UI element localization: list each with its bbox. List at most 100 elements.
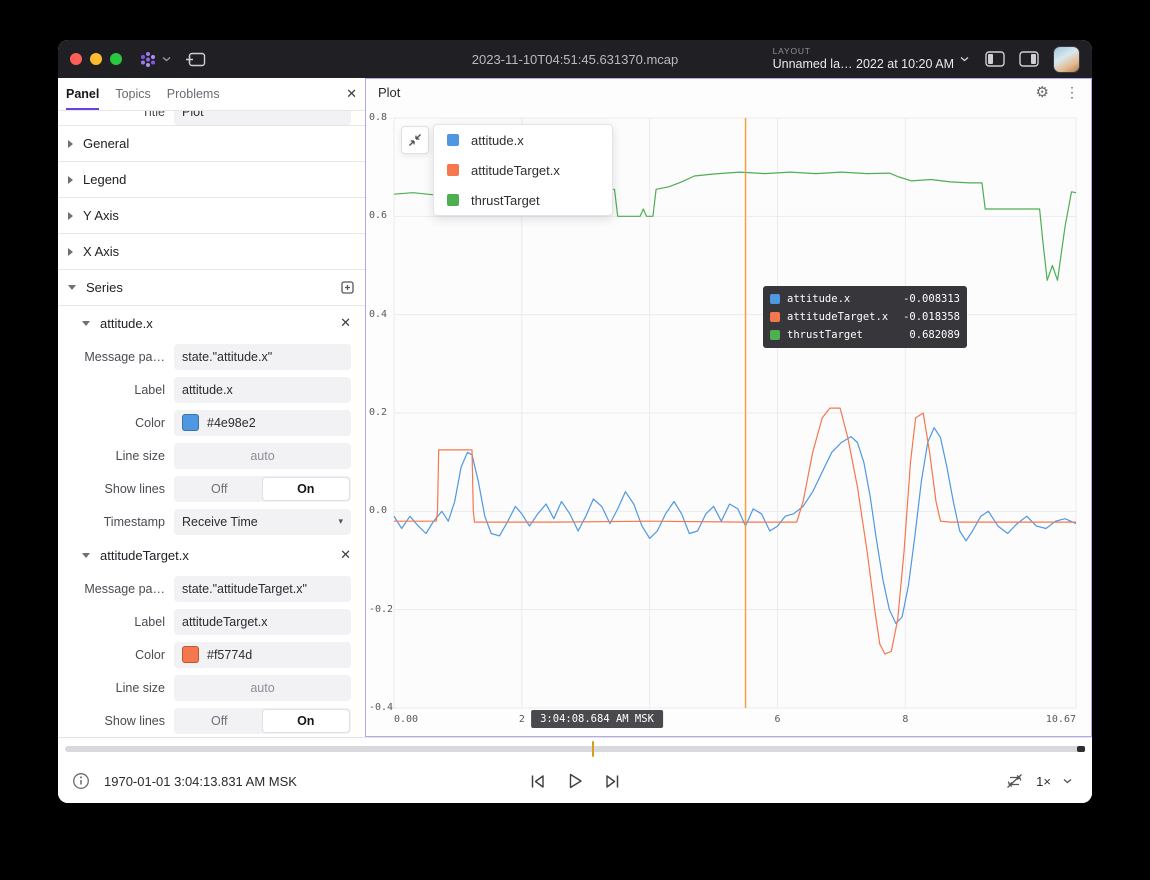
color-label: Color [58,416,174,430]
playback-speed[interactable]: 1× [1036,774,1051,789]
legend-swatch [447,134,459,146]
layout-eyebrow: LAYOUT [773,47,954,57]
add-panel-button[interactable] [185,51,207,68]
app-window: 2023-11-10T04:51:45.631370.mcap LAYOUT U… [58,40,1092,803]
playback-scrubber[interactable] [58,738,1092,760]
app-menu-button[interactable] [138,50,171,68]
title-field-input[interactable]: Plot [174,111,351,125]
x-axis-tick-label: 0.00 [394,714,418,725]
play-button[interactable] [567,772,584,790]
tooltip-series-name: thrustTarget [787,329,902,341]
data-source-title: 2023-11-10T04:51:45.631370.mcap [472,52,678,67]
chevron-down-icon [82,321,90,326]
y-axis-tick-label: 0.6 [369,210,387,221]
section-x-axis[interactable]: X Axis [58,234,365,270]
y-axis-tick-label: -0.2 [369,604,393,615]
chevron-down-icon: ▾ [338,516,343,527]
tab-problems[interactable]: Problems [167,78,220,110]
series-color-swatch[interactable] [182,414,199,431]
legend-item-thrust-target[interactable]: thrustTarget [434,185,612,215]
line-size-input[interactable]: auto [174,443,351,469]
label-row: Label attitude.x [58,373,365,406]
tooltip-series-name: attitudeTarget.x [787,311,896,323]
line-size-label: Line size [58,449,174,463]
minimize-window-button[interactable] [90,53,102,65]
layout-selector[interactable]: LAYOUT Unnamed la… 2022 at 10:20 AM [773,47,969,71]
right-sidebar-toggle-icon[interactable] [1019,51,1039,67]
color-label: Color [58,648,174,662]
close-sidebar-icon[interactable]: ✕ [346,86,357,102]
loop-off-icon[interactable] [1005,772,1024,790]
scrubber-playhead[interactable] [592,741,594,757]
show-lines-toggle: Off On [174,708,351,734]
y-axis-tick-label: 0.4 [369,309,387,320]
scrubber-track[interactable] [65,746,1085,752]
section-y-axis[interactable]: Y Axis [58,198,365,234]
scrubber-end-marker [1077,746,1085,752]
collapse-arrows-icon [408,133,422,147]
y-axis-tick-label: 0.2 [369,407,387,418]
message-path-input[interactable]: state."attitude.x" [174,344,351,370]
x-axis-tick-label: 6 [774,714,780,725]
chevron-right-icon [68,248,73,256]
show-lines-toggle: Off On [174,476,351,502]
tab-topics[interactable]: Topics [115,78,150,110]
color-input[interactable]: #4e98e2 [174,410,351,436]
y-axis-tick-label: -0.4 [369,702,393,713]
panel-settings-gear-icon[interactable]: ⚙ [1036,85,1049,100]
playback-info-icon[interactable] [72,772,90,790]
delete-series-icon[interactable]: ✕ [340,315,351,331]
legend-item-attitude-target-x[interactable]: attitudeTarget.x [434,155,612,185]
seek-forward-button[interactable] [604,773,622,790]
line-size-input[interactable]: auto [174,675,351,701]
section-series[interactable]: Series [58,270,365,306]
x-axis-tick-label: 8 [902,714,908,725]
label-row: Label attitudeTarget.x [58,605,365,638]
line-size-label: Line size [58,681,174,695]
chevron-down-icon [960,56,969,62]
seek-backward-button[interactable] [529,773,547,790]
plot-panel-title: Plot [378,85,400,100]
show-lines-on-button[interactable]: On [263,478,350,500]
show-lines-off-button[interactable]: Off [176,478,263,500]
series-color-swatch[interactable] [182,646,199,663]
layout-name: Unnamed la… 2022 at 10:20 AM [773,57,954,71]
show-lines-off-button[interactable]: Off [176,710,263,732]
message-path-input[interactable]: state."attitudeTarget.x" [174,576,351,602]
series-header-attitude-x[interactable]: attitude.x ✕ [58,306,365,340]
legend-collapse-button[interactable] [401,126,429,154]
show-lines-label: Show lines [58,482,174,496]
tab-panel[interactable]: Panel [66,78,99,110]
label-label: Label [58,615,174,629]
left-sidebar-toggle-icon[interactable] [985,51,1005,67]
zoom-window-button[interactable] [110,53,122,65]
timestamp-label: Timestamp [58,515,174,529]
tooltip-swatch [770,312,780,322]
playback-bar: 1970-01-01 3:04:13.831 AM MSK [58,737,1092,803]
timestamp-select[interactable]: Receive Time ▾ [174,509,351,535]
panel-menu-kebab-icon[interactable]: ⋮ [1065,85,1079,99]
color-input[interactable]: #f5774d [174,642,351,668]
show-lines-label: Show lines [58,714,174,728]
plot-panel[interactable]: Plot ⚙ ⋮ 0.80.60.40.20.0-0.2-0.40.002468… [365,78,1092,737]
plot-legend: attitude.x attitudeTarget.x thrustTarget [433,124,613,216]
legend-item-attitude-x[interactable]: attitude.x [434,125,612,155]
speed-chevron-down-icon[interactable] [1063,778,1072,784]
hover-value-tooltip: attitude.x -0.008313 attitudeTarget.x -0… [763,286,967,348]
delete-series-icon[interactable]: ✕ [340,547,351,563]
legend-swatch [447,194,459,206]
label-input[interactable]: attitudeTarget.x [174,609,351,635]
tooltip-swatch [770,294,780,304]
color-row: Color #4e98e2 [58,406,365,439]
close-window-button[interactable] [70,53,82,65]
section-general[interactable]: General [58,126,365,162]
section-y-axis-label: Y Axis [83,208,119,223]
label-input[interactable]: attitude.x [174,377,351,403]
user-avatar[interactable] [1053,46,1080,73]
series-header-attitude-target-x[interactable]: attitudeTarget.x ✕ [58,538,365,572]
show-lines-on-button[interactable]: On [263,710,350,732]
label-label: Label [58,383,174,397]
plot-chart-area[interactable]: 0.80.60.40.20.0-0.2-0.40.00246810.67 att… [366,105,1091,736]
add-series-icon[interactable] [340,280,355,295]
section-legend[interactable]: Legend [58,162,365,198]
